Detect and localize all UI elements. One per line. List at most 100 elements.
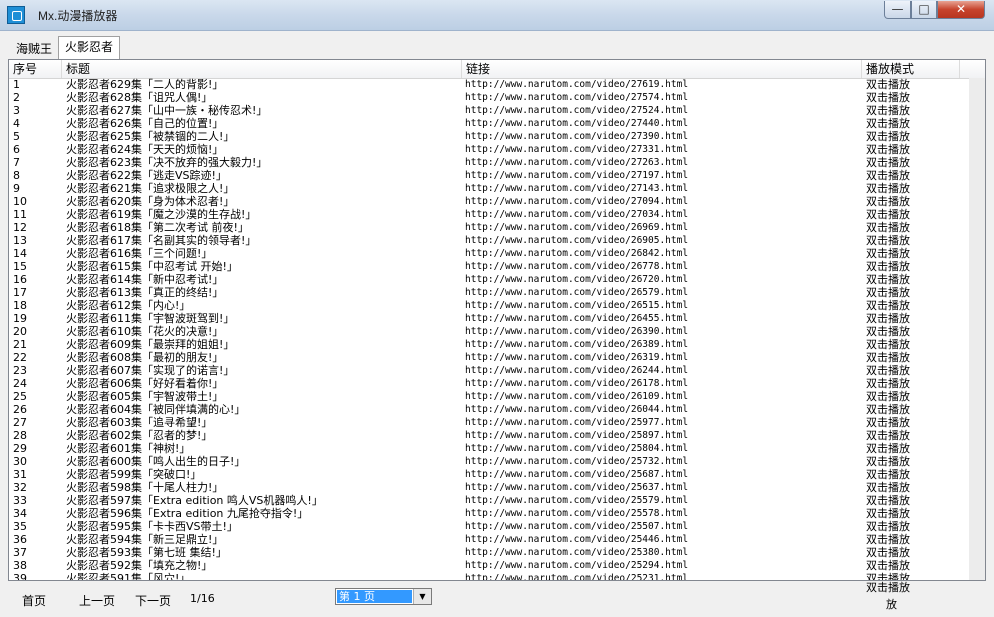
cell-link: http://www.narutom.com/video/26720.html xyxy=(465,274,689,285)
cell-no: 26 xyxy=(13,403,27,416)
table-row[interactable]: 27 火影忍者603集「追寻希望!」 http://www.narutom.com/… xyxy=(9,416,969,429)
table-row[interactable]: 26 火影忍者604集「被同伴填满的心!」 http://www.narutom.c… xyxy=(9,403,969,416)
cell-mode: 双击播放 xyxy=(866,481,910,494)
table-row[interactable]: 12 火影忍者618集「第二次考试 前夜!」 http://www.narutom.… xyxy=(9,221,969,234)
table-row[interactable]: 2 火影忍者628集「诅咒人偶!」 http://www.narutom.com/v… xyxy=(9,91,969,104)
cell-no: 37 xyxy=(13,546,27,559)
cell-link: http://www.narutom.com/video/26390.html xyxy=(465,326,689,337)
cell-no: 35 xyxy=(13,520,27,533)
maximize-button[interactable]: □ xyxy=(911,1,937,19)
cell-mode: 双击播放 xyxy=(866,520,910,533)
table-body: 1 火影忍者629集「二人的背影!」 http://www.narutom.com/… xyxy=(9,78,969,580)
table-row[interactable]: 13 火影忍者617集「名副其实的领导者!」 http://www.narutom.… xyxy=(9,234,969,247)
table-row[interactable]: 33 火影忍者597集「Extra edition 鸣人VS机器鸣人!」 http:… xyxy=(9,494,969,507)
cell-mode: 双击播放 xyxy=(866,273,910,286)
table-row[interactable]: 37 火影忍者593集「第七班 集结!」 http://www.narutom.co… xyxy=(9,546,969,559)
table-row[interactable]: 8 火影忍者622集「逃走VS踪迹!」 http://www.narutom.com… xyxy=(9,169,969,182)
cell-link: http://www.narutom.com/video/25578.html xyxy=(465,508,689,519)
cell-mode: 双击播放 xyxy=(866,338,910,351)
cell-no: 10 xyxy=(13,195,27,208)
table-row[interactable]: 22 火影忍者608集「最初的朋友!」 http://www.narutom.com… xyxy=(9,351,969,364)
first-page-button[interactable]: 首页 xyxy=(22,592,46,609)
cell-title: 火影忍者619集「魔之沙漠的生存战!」 xyxy=(66,208,257,221)
cell-no: 3 xyxy=(13,104,20,117)
table-row[interactable]: 1 火影忍者629集「二人的背影!」 http://www.narutom.com/… xyxy=(9,78,969,91)
table-row[interactable]: 15 火影忍者615集「中忍考试 开始!」 http://www.narutom.c… xyxy=(9,260,969,273)
table-row[interactable]: 39 火影忍者591集「风穴!」 http://www.narutom.com/vi… xyxy=(9,572,969,580)
table-row[interactable]: 14 火影忍者616集「三个问题!」 http://www.narutom.com/… xyxy=(9,247,969,260)
table-row[interactable]: 10 火影忍者620集「身为体术忍者!」 http://www.narutom.co… xyxy=(9,195,969,208)
cell-no: 2 xyxy=(13,91,20,104)
cell-title: 火影忍者593集「第七班 集结!」 xyxy=(66,546,227,559)
next-page-button[interactable]: 下一页 xyxy=(135,592,171,609)
table-row[interactable]: 9 火影忍者621集「追求极限之人!」 http://www.narutom.com… xyxy=(9,182,969,195)
cell-link: http://www.narutom.com/video/27143.html xyxy=(465,183,689,194)
chevron-down-icon[interactable]: ▼ xyxy=(413,589,431,604)
cell-title: 火影忍者624集「天天的烦恼!」 xyxy=(66,143,224,156)
table-row[interactable]: 5 火影忍者625集「被禁锢的二人!」 http://www.narutom.com… xyxy=(9,130,969,143)
cell-link: http://www.narutom.com/video/27034.html xyxy=(465,209,689,220)
cell-mode: 双击播放 xyxy=(866,533,910,546)
cell-link: http://www.narutom.com/video/26579.html xyxy=(465,287,689,298)
table-row[interactable]: 23 火影忍者607集「实现了的诺言!」 http://www.narutom.co… xyxy=(9,364,969,377)
cell-mode: 双击播放 xyxy=(866,299,910,312)
table-row[interactable]: 17 火影忍者613集「真正的终结!」 http://www.narutom.com… xyxy=(9,286,969,299)
cell-title: 火影忍者591集「风穴!」 xyxy=(66,572,191,580)
cell-link: http://www.narutom.com/video/27440.html xyxy=(465,118,689,129)
table-row[interactable]: 3 火影忍者627集「山中一族・秘传忍术!」 http://www.narutom.… xyxy=(9,104,969,117)
title-bar[interactable]: Mx.动漫播放器 — □ ✕ xyxy=(0,0,994,31)
tab-naruto[interactable]: 火影忍者 xyxy=(58,36,120,59)
cell-title: 火影忍者598集「十尾人柱力!」 xyxy=(66,481,224,494)
cell-no: 1 xyxy=(13,78,20,91)
table-row[interactable]: 20 火影忍者610集「花火的决意!」 http://www.narutom.com… xyxy=(9,325,969,338)
cell-no: 14 xyxy=(13,247,27,260)
page-select[interactable]: 第 1 页 ▼ xyxy=(335,588,432,605)
table-row[interactable]: 18 火影忍者612集「内心!」 http://www.narutom.com/vi… xyxy=(9,299,969,312)
cell-mode: 双击播放 xyxy=(866,546,910,559)
cell-link: http://www.narutom.com/video/26178.html xyxy=(465,378,689,389)
cell-link: http://www.narutom.com/video/27524.html xyxy=(465,105,689,116)
table-row[interactable]: 16 火影忍者614集「新中忍考试!」 http://www.narutom.com… xyxy=(9,273,969,286)
cell-link: http://www.narutom.com/video/25294.html xyxy=(465,560,689,571)
table-row[interactable]: 4 火影忍者626集「自己的位置!」 http://www.narutom.com/… xyxy=(9,117,969,130)
vertical-scrollbar[interactable] xyxy=(969,78,985,580)
column-header-title[interactable]: 标题 xyxy=(62,60,462,78)
cell-mode: 双击播放 xyxy=(866,169,910,182)
cell-title: 火影忍者612集「内心!」 xyxy=(66,299,191,312)
table-row[interactable]: 34 火影忍者596集「Extra edition 九尾抢夺指令!」 http://… xyxy=(9,507,969,520)
table-row[interactable]: 35 火影忍者595集「卡卡西VS带土!」 http://www.narutom.c… xyxy=(9,520,969,533)
table-row[interactable]: 31 火影忍者599集「突破口!」 http://www.narutom.com/v… xyxy=(9,468,969,481)
cell-title: 火影忍者596集「Extra edition 九尾抢夺指令!」 xyxy=(66,507,309,520)
window-title: Mx.动漫播放器 xyxy=(38,9,118,23)
close-button[interactable]: ✕ xyxy=(937,1,985,19)
table-row[interactable]: 6 火影忍者624集「天天的烦恼!」 http://www.narutom.com/… xyxy=(9,143,969,156)
table-row[interactable]: 30 火影忍者600集「鸣人出生的日子!」 http://www.narutom.c… xyxy=(9,455,969,468)
cell-no: 36 xyxy=(13,533,27,546)
column-header-link[interactable]: 链接 xyxy=(462,60,862,78)
table-row[interactable]: 21 火影忍者609集「最崇拜的姐姐!」 http://www.narutom.co… xyxy=(9,338,969,351)
prev-page-button[interactable]: 上一页 xyxy=(79,592,115,609)
cell-link: http://www.narutom.com/video/25897.html xyxy=(465,430,689,441)
table-row[interactable]: 24 火影忍者606集「好好看着你!」 http://www.narutom.com… xyxy=(9,377,969,390)
cell-mode: 双击播放 xyxy=(866,117,910,130)
column-header-mode[interactable]: 播放模式 xyxy=(862,60,960,78)
table-row[interactable]: 28 火影忍者602集「忍者的梦!」 http://www.narutom.com/… xyxy=(9,429,969,442)
cell-title: 火影忍者592集「填充之物!」 xyxy=(66,559,213,572)
table-row[interactable]: 11 火影忍者619集「魔之沙漠的生存战!」 http://www.narutom.… xyxy=(9,208,969,221)
cell-title: 火影忍者605集「宇智波带土!」 xyxy=(66,390,224,403)
table-row[interactable]: 36 火影忍者594集「新三足鼎立!」 http://www.narutom.com… xyxy=(9,533,969,546)
cell-link: http://www.narutom.com/video/25804.html xyxy=(465,443,689,454)
minimize-button[interactable]: — xyxy=(884,1,911,19)
table-row[interactable]: 25 火影忍者605集「宇智波带土!」 http://www.narutom.com… xyxy=(9,390,969,403)
cell-mode: 双击播放 xyxy=(866,442,910,455)
table-row[interactable]: 32 火影忍者598集「十尾人柱力!」 http://www.narutom.com… xyxy=(9,481,969,494)
table-row[interactable]: 19 火影忍者611集「宇智波斑驾到!」 http://www.narutom.co… xyxy=(9,312,969,325)
table-row[interactable]: 29 火影忍者601集「神树!」 http://www.narutom.com/vi… xyxy=(9,442,969,455)
table-row[interactable]: 7 火影忍者623集「决不放弃的强大毅力!」 http://www.narutom.… xyxy=(9,156,969,169)
tab-one-piece[interactable]: 海贼王 xyxy=(10,40,64,59)
cell-mode: 双击播放 xyxy=(866,416,910,429)
table-row[interactable]: 38 火影忍者592集「填充之物!」 http://www.narutom.com/… xyxy=(9,559,969,572)
column-header-no[interactable]: 序号 xyxy=(9,60,62,78)
cell-mode: 双击播放 xyxy=(866,364,910,377)
cell-no: 38 xyxy=(13,559,27,572)
